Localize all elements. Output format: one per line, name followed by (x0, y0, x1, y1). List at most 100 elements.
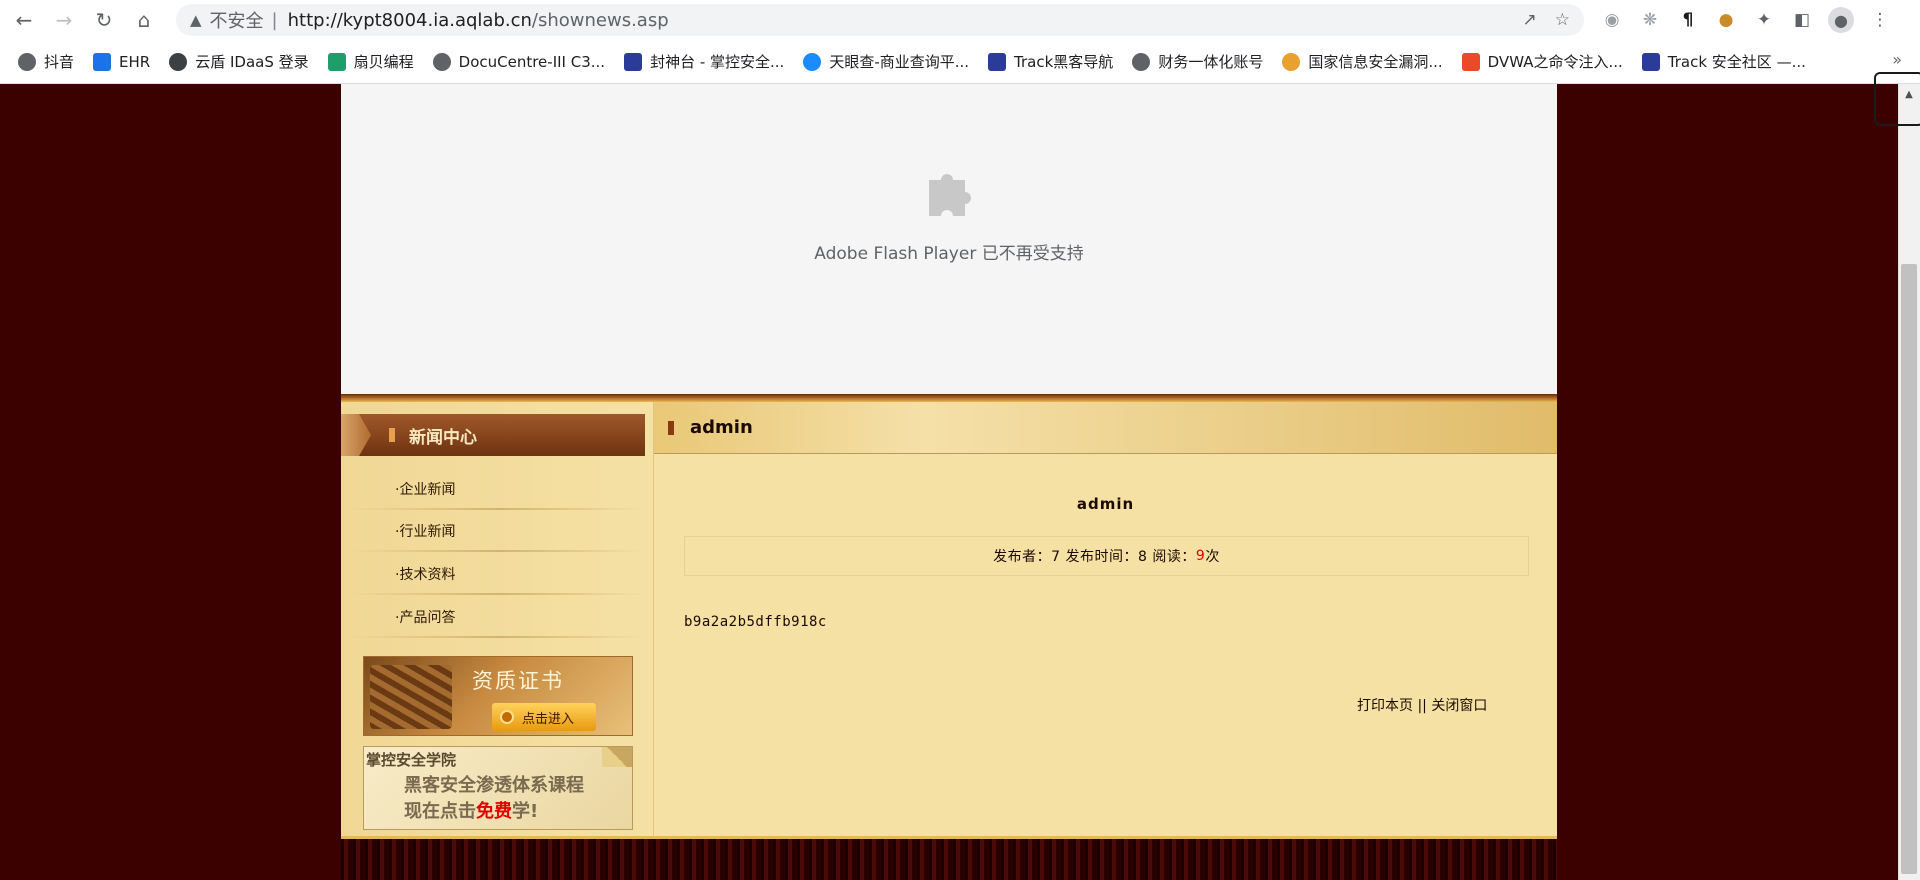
sidebar-item-tech-docs[interactable]: ·技术资料 (341, 553, 651, 595)
academy-free-text: 免费 (476, 801, 512, 822)
url-path: /shownews.asp (531, 9, 669, 31)
focus-outline (1874, 72, 1920, 126)
eye-icon (803, 52, 822, 71)
header-gold-band (341, 394, 1557, 402)
browser-toolbar: ← → ↻ ⌂ ▲ 不安全 | http://kypt8004.ia.aqlab… (0, 0, 1920, 40)
article-meta: 发布者：7 发布时间：8 阅读： 9 次 (684, 536, 1529, 576)
pilcrow-extension-icon[interactable]: ¶ (1676, 8, 1700, 32)
sidebar-item-industry-news[interactable]: ·行业新闻 (341, 510, 651, 552)
bookmark-track-nav[interactable]: Track黑客导航 (988, 51, 1113, 72)
scrollbar-thumb[interactable] (1901, 264, 1917, 874)
academy-banner[interactable]: 掌控安全学院 黑客安全渗透体系课程 现在点击免费学! (363, 746, 633, 830)
arrow-icon (341, 414, 371, 456)
bookmark-label: 扇贝编程 (353, 53, 414, 71)
leaf-icon (327, 52, 346, 71)
certificate-image (370, 665, 452, 729)
bookmark-label: DocuCentre-III C3... (458, 52, 606, 71)
shield-icon (169, 52, 188, 71)
home-icon[interactable]: ⌂ (128, 4, 160, 36)
globe-icon (432, 52, 451, 71)
bookmark-dvwa[interactable]: DVWA之命令注入... (1461, 51, 1623, 72)
address-bar[interactable]: ▲ 不安全 | http://kypt8004.ia.aqlab.cn /sho… (176, 4, 1584, 36)
bookmark-label: Track 安全社区 —... (1667, 53, 1806, 71)
c-icon (1461, 52, 1480, 71)
profile-avatar-icon[interactable]: ● (1828, 7, 1854, 33)
article-meta-suffix: 次 (1205, 549, 1220, 565)
bookmark-idaas[interactable]: 云盾 IDaaS 登录 (169, 51, 309, 72)
bookmarks-overflow-icon[interactable]: » (1892, 50, 1902, 69)
shield-icon (624, 52, 643, 71)
globe-icon (1132, 52, 1151, 71)
bookmark-label: Track黑客导航 (1014, 53, 1114, 71)
bookmark-label: 封神台 - 掌控安全... (650, 53, 785, 71)
academy-title: 掌控安全学院 (366, 751, 457, 769)
bookmark-tianyancha[interactable]: 天眼查-商业查询平... (803, 51, 969, 72)
bookmark-label: EHR (119, 52, 151, 71)
cookie-extension-icon[interactable]: ● (1714, 8, 1738, 32)
read-count: 9 (1195, 548, 1206, 564)
warning-icon: ▲ (190, 11, 202, 29)
article-title: admin (1076, 495, 1135, 513)
bookmark-label: 抖音 (44, 53, 75, 71)
academy-line2-suffix: 学! (512, 801, 539, 822)
bookmark-docucentre[interactable]: DocuCentre-III C3... (432, 52, 606, 71)
bookmark-shanbay[interactable]: 扇贝编程 (327, 51, 414, 72)
back-icon[interactable]: ← (8, 4, 40, 36)
security-label[interactable]: 不安全 (210, 7, 264, 33)
puzzle-extensions-icon[interactable]: ✦ (1752, 8, 1776, 32)
share-icon[interactable]: ↗ (1523, 10, 1537, 30)
globe-extension-icon[interactable]: ◉ (1600, 8, 1624, 32)
article-header: admin (654, 402, 1557, 454)
play-icon (500, 710, 514, 724)
sidebar: 新闻中心 ·企业新闻 ·行业新闻 ·技术资料 ·产品问答 资质证书 点击进入 掌… (341, 402, 654, 836)
shield-icon (988, 52, 1007, 71)
certificate-banner[interactable]: 资质证书 点击进入 (363, 656, 633, 736)
side-panel-icon[interactable]: ◧ (1790, 8, 1814, 32)
article-actions: 打印本页 || 关闭窗口 (1357, 695, 1487, 715)
flash-unsupported-message: Adobe Flash Player 已不再受支持 (814, 244, 1084, 264)
address-separator: | (271, 9, 278, 31)
star-icon[interactable]: ☆ (1555, 10, 1570, 30)
certificate-enter-button[interactable]: 点击进入 (492, 703, 596, 731)
close-window-link[interactable]: 关闭窗口 (1431, 698, 1487, 714)
circle-icon (1282, 52, 1301, 71)
bookmark-fengshentai[interactable]: 封神台 - 掌控安全... (624, 51, 784, 72)
sidebar-item-product-qa[interactable]: ·产品问答 (341, 596, 651, 638)
sidebar-item-company-news[interactable]: ·企业新闻 (341, 468, 651, 510)
fold-corner-icon (602, 747, 632, 767)
menu-kebab-icon[interactable]: ⋮ (1868, 8, 1892, 32)
bookmark-track-community[interactable]: Track 安全社区 —... (1641, 51, 1806, 72)
article-meta-prefix: 发布者：7 发布时间：8 阅读： (993, 549, 1196, 565)
footer-decoration (341, 836, 1557, 880)
bookmark-ehr[interactable]: EHR (93, 52, 151, 71)
actions-divider: || (1417, 698, 1427, 714)
article-body: b9a2a2b5dffb918c (684, 614, 827, 630)
article-header-title: admin (690, 417, 753, 438)
gear-extension-icon[interactable]: ❋ (1638, 8, 1662, 32)
puzzle-plugin-icon (929, 174, 971, 216)
bookmark-label: 天眼查-商业查询平... (829, 53, 970, 71)
content-panel: 新闻中心 ·企业新闻 ·行业新闻 ·技术资料 ·产品问答 资质证书 点击进入 掌… (341, 402, 1557, 836)
reload-icon[interactable]: ↻ (88, 4, 120, 36)
heading-marker-icon (668, 420, 674, 435)
print-page-link[interactable]: 打印本页 (1357, 698, 1413, 714)
bookmark-label: DVWA之命令注入... (1487, 53, 1623, 71)
sidebar-heading-title: 新闻中心 (409, 427, 477, 448)
academy-line2: 现在点击免费学! (404, 797, 538, 823)
bookmark-finance[interactable]: 财务一体化账号 (1132, 51, 1263, 72)
bookmarks-bar: 抖音 EHR 云盾 IDaaS 登录 扇贝编程 DocuCentre-III C… (0, 40, 1920, 84)
bookmark-cnnvd[interactable]: 国家信息安全漏洞... (1282, 51, 1443, 72)
certificate-title: 资质证书 (472, 669, 564, 693)
bookmark-label: 云盾 IDaaS 登录 (195, 53, 309, 71)
bookmark-label: 国家信息安全漏洞... (1308, 53, 1443, 71)
ehr-icon (93, 52, 112, 71)
forward-icon[interactable]: → (48, 4, 80, 36)
url-host: http://kypt8004.ia.aqlab.cn (287, 9, 532, 31)
shield-icon (1641, 52, 1660, 71)
certificate-enter-label: 点击进入 (522, 711, 575, 727)
academy-line2-prefix: 现在点击 (404, 801, 476, 822)
bookmark-label: 财务一体化账号 (1158, 53, 1264, 71)
globe-icon (18, 52, 36, 71)
academy-line1: 黑客安全渗透体系课程 (404, 775, 584, 796)
bookmark-douyin[interactable]: 抖音 (18, 51, 74, 72)
